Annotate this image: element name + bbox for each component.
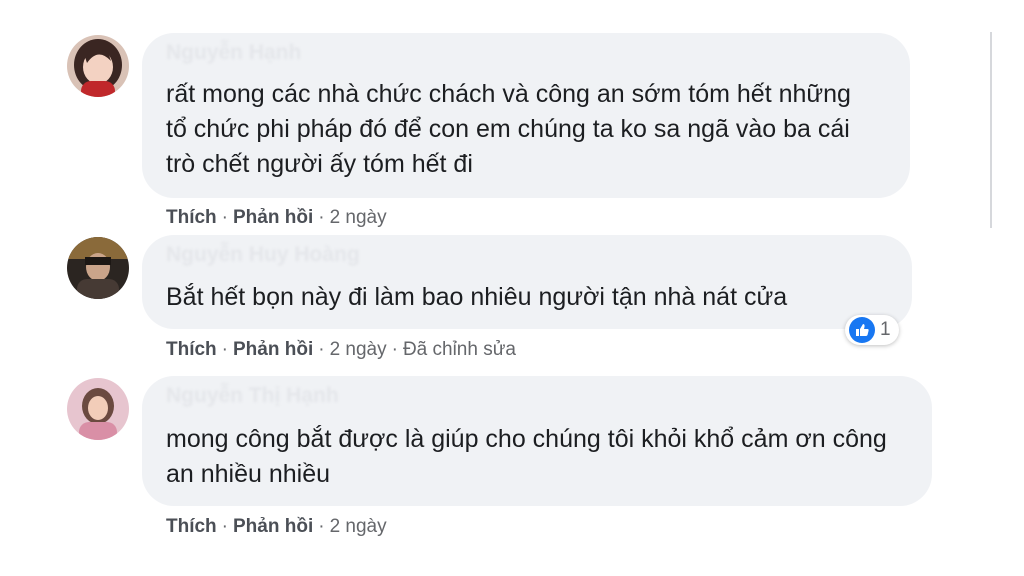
like-link[interactable]: Thích	[166, 207, 217, 228]
thread-line	[990, 32, 992, 228]
comment-author[interactable]: Nguyễn Thị Hạnh	[166, 384, 339, 408]
timestamp[interactable]: 2 ngày	[330, 516, 387, 537]
comment-bubble: Nguyễn Huy Hoàng Bắt hết bọn này đi làm …	[142, 235, 912, 329]
comment-text: rất mong các nhà chức chách và công an s…	[166, 80, 851, 178]
comment-text: Bắt hết bọn này đi làm bao nhiêu người t…	[166, 283, 788, 311]
comment-text: mong công bắt được là giúp cho chúng tôi…	[166, 425, 887, 488]
reaction-badge[interactable]: 1	[845, 315, 899, 345]
comment-author[interactable]: Nguyễn Huy Hoàng	[166, 243, 360, 267]
comment-actions: Thích · Phản hồi · 2 ngày	[166, 207, 387, 228]
reply-link[interactable]: Phản hồi	[233, 339, 313, 360]
reply-link[interactable]: Phản hồi	[233, 516, 313, 537]
comment-bubble: Nguyễn Hạnh rất mong các nhà chức chách …	[142, 33, 910, 198]
timestamp[interactable]: 2 ngày	[330, 339, 387, 360]
reply-link[interactable]: Phản hồi	[233, 207, 313, 228]
like-icon	[849, 317, 875, 343]
like-link[interactable]: Thích	[166, 339, 217, 360]
reaction-count: 1	[880, 319, 891, 340]
timestamp[interactable]: 2 ngày	[330, 207, 387, 228]
comment-actions: Thích · Phản hồi · 2 ngày · Đã chỉnh sửa	[166, 339, 516, 360]
comment-actions: Thích · Phản hồi · 2 ngày	[166, 516, 387, 537]
avatar[interactable]	[67, 237, 129, 299]
comment-author[interactable]: Nguyễn Hạnh	[166, 41, 301, 65]
edited-label[interactable]: Đã chỉnh sửa	[403, 339, 516, 360]
comment-bubble: Nguyễn Thị Hạnh mong công bắt được là gi…	[142, 376, 932, 506]
avatar[interactable]	[67, 378, 129, 440]
like-link[interactable]: Thích	[166, 516, 217, 537]
avatar[interactable]	[67, 35, 129, 97]
